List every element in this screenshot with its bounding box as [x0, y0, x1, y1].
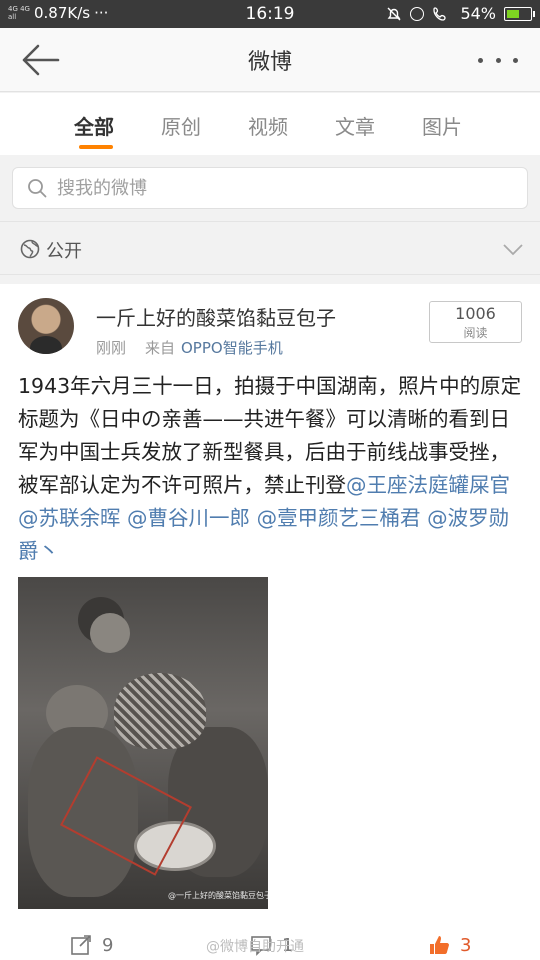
more-dot-icon [513, 57, 518, 63]
search-section [0, 155, 540, 221]
chevron-down-icon[interactable] [502, 238, 524, 260]
post-source: OPPO智能手机 [181, 339, 283, 357]
weibo-post: 一斤上好的酸菜馅黏豆包子 刚刚 来自 OPPO智能手机 1006 阅读 1943… [0, 284, 540, 960]
avatar[interactable] [18, 298, 74, 354]
read-count-badge: 1006 阅读 [429, 301, 522, 343]
mention-link[interactable]: @苏联余晖 [18, 506, 121, 530]
bell-off-icon [387, 7, 401, 20]
like-button[interactable]: 3 [428, 934, 471, 956]
nav-bar: 微博 [0, 28, 540, 92]
tab-article[interactable]: 文章 [335, 111, 375, 140]
tab-original[interactable]: 原创 [161, 111, 201, 140]
post-body: 1943年六月三十一日，拍摄于中国湖南，照片中的原定标题为《日中の亲善——共进午… [18, 370, 526, 568]
page-title: 微博 [247, 50, 292, 75]
like-count: 3 [460, 934, 472, 956]
search-icon [28, 179, 47, 198]
battery-percent: 54% [460, 4, 496, 23]
more-dot-icon [478, 57, 483, 63]
status-right: 54% [386, 4, 535, 23]
search-input[interactable] [57, 176, 497, 200]
read-label: 阅读 [463, 326, 488, 340]
tab-photos[interactable]: 图片 [422, 111, 462, 140]
image-watermark: @一斤上好的酸菜馅黏豆包子 [168, 891, 268, 900]
mention-link[interactable]: @壹甲颜艺三桶君 [257, 506, 421, 530]
mention-link[interactable]: @曹谷川一郎 [127, 506, 250, 530]
post-time: 刚刚 [96, 339, 127, 357]
repost-icon [71, 935, 91, 955]
more-button[interactable] [478, 48, 518, 72]
post-photo[interactable]: @一斤上好的酸菜馅黏豆包子 [18, 577, 268, 909]
repost-count: 9 [102, 934, 114, 956]
photo-helmet [114, 673, 206, 749]
globe-icon [20, 239, 40, 259]
search-box[interactable] [12, 167, 528, 209]
tab-all[interactable]: 全部 [74, 111, 114, 140]
status-bar: 4G 4G all 0.87K/s ··· 16:19 54% [0, 0, 540, 28]
hd-call-icon [433, 6, 447, 21]
user-name[interactable]: 一斤上好的酸菜馅黏豆包子 [96, 302, 336, 331]
alarm-icon [410, 6, 425, 21]
post-source-label: 来自 [145, 339, 176, 357]
repost-button[interactable]: 9 [70, 934, 113, 956]
filter-tabs: 全部 原创 视频 文章 图片 [0, 93, 540, 155]
page-watermark: @微博自助开通 [206, 939, 304, 955]
visibility-selector[interactable]: 公开 [0, 221, 540, 275]
tab-video[interactable]: 视频 [248, 111, 288, 140]
photo-figure [90, 613, 130, 653]
thumbs-up-icon [430, 936, 449, 954]
active-tab-indicator [79, 145, 113, 149]
read-count: 1006 [455, 304, 496, 323]
more-dot-icon [495, 57, 501, 63]
mention-link[interactable]: @王座法庭罐屎官 [346, 473, 510, 497]
battery-icon [504, 6, 535, 21]
visibility-label: 公开 [46, 241, 82, 262]
